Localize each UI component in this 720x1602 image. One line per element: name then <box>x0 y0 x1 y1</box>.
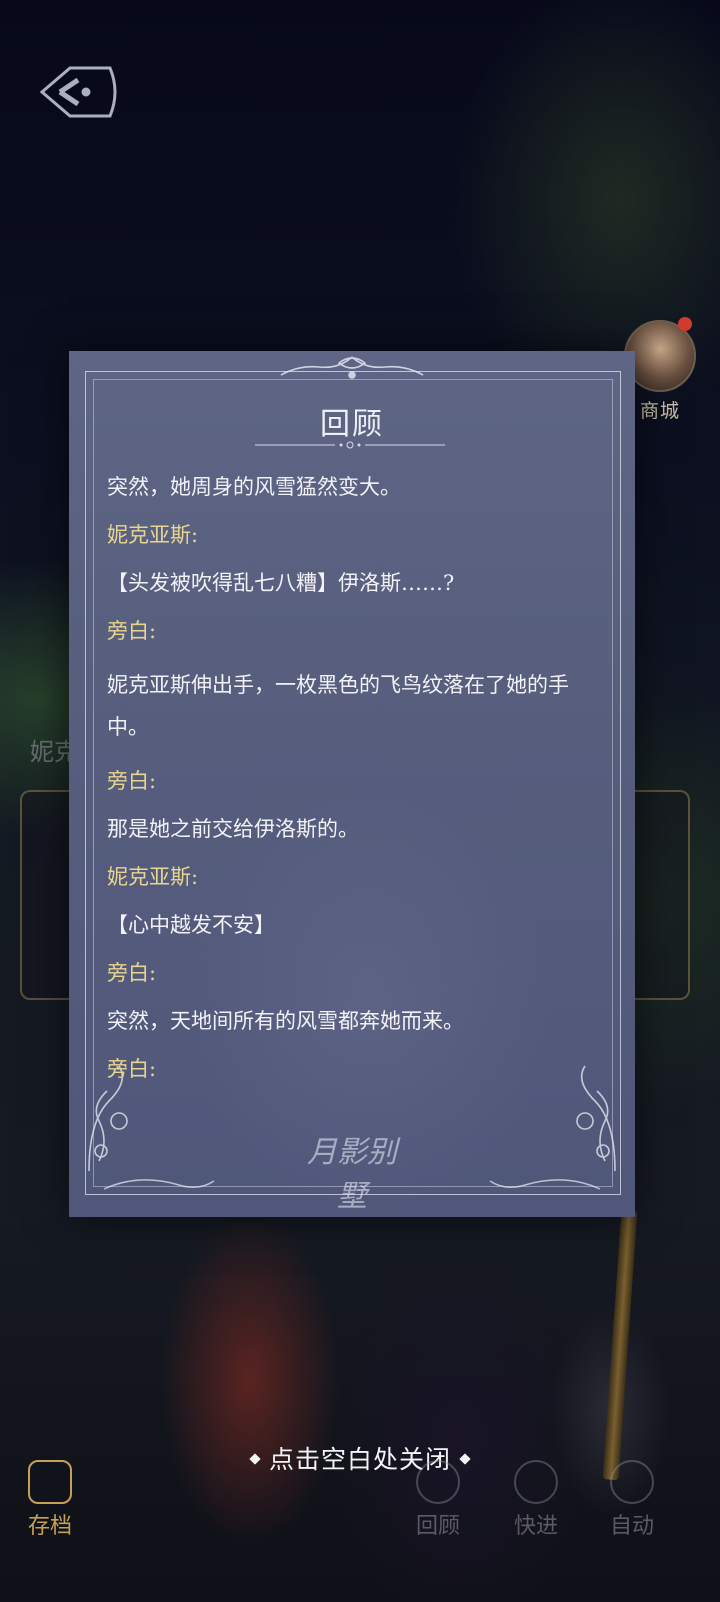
bottom-toolbar: 存档 回顾 快进 自动 <box>0 1460 720 1560</box>
auto-button[interactable]: 自动 <box>610 1460 654 1540</box>
back-arrow-icon <box>39 66 117 118</box>
title-divider <box>255 441 445 449</box>
skip-button[interactable]: 快进 <box>514 1460 558 1540</box>
save-label: 存档 <box>28 1514 73 1539</box>
game-logo-watermark: 月影别墅 <box>307 1135 397 1214</box>
log-line: 【心中越发不安】 <box>107 913 275 937</box>
play-icon <box>610 1460 654 1504</box>
log-speaker: 妮克亚斯: <box>107 523 199 547</box>
log-speaker: 妮克亚斯: <box>107 865 199 889</box>
back-button[interactable] <box>22 58 122 126</box>
bottom-right-scroll-icon <box>489 1179 601 1190</box>
log-line: 【头发被吹得乱七八糟】伊洛斯……? <box>107 571 455 595</box>
fast-forward-icon <box>514 1460 558 1504</box>
top-ornament-icon <box>280 356 424 379</box>
log-speaker: 旁白: <box>107 1057 157 1081</box>
review-button[interactable]: 回顾 <box>416 1460 460 1540</box>
save-button[interactable]: 存档 <box>28 1460 72 1540</box>
log-speaker: 旁白: <box>107 769 157 793</box>
log-line: 那是她之前交给伊洛斯的。 <box>107 817 359 841</box>
review-label: 回顾 <box>416 1514 461 1539</box>
notification-dot <box>678 317 692 331</box>
review-log-list[interactable]: 突然，她周身的风雪猛然变大。 妮克亚斯: 【头发被吹得乱七八糟】伊洛斯……? 旁… <box>107 463 607 1093</box>
review-log-modal: 回顾 突然，她周身的风雪猛然变大。 妮克亚斯: 【头发被吹得乱七八糟】伊洛斯……… <box>69 351 635 1217</box>
log-line: 突然，天地间所有的风雪都奔她而来。 <box>107 1009 464 1033</box>
skip-label: 快进 <box>514 1514 559 1539</box>
log-speaker: 旁白: <box>107 961 157 985</box>
review-icon <box>416 1460 460 1504</box>
log-line: 妮克亚斯伸出手，一枚黑色的飞鸟纹落在了她的手中。 <box>107 673 569 739</box>
bottom-left-scroll-icon <box>103 1179 215 1190</box>
log-speaker: 旁白: <box>107 619 157 643</box>
modal-title: 回顾 <box>320 407 384 442</box>
log-line: 突然，她周身的风雪猛然变大。 <box>107 475 401 499</box>
auto-label: 自动 <box>610 1514 655 1539</box>
cloud-save-icon <box>28 1460 72 1504</box>
